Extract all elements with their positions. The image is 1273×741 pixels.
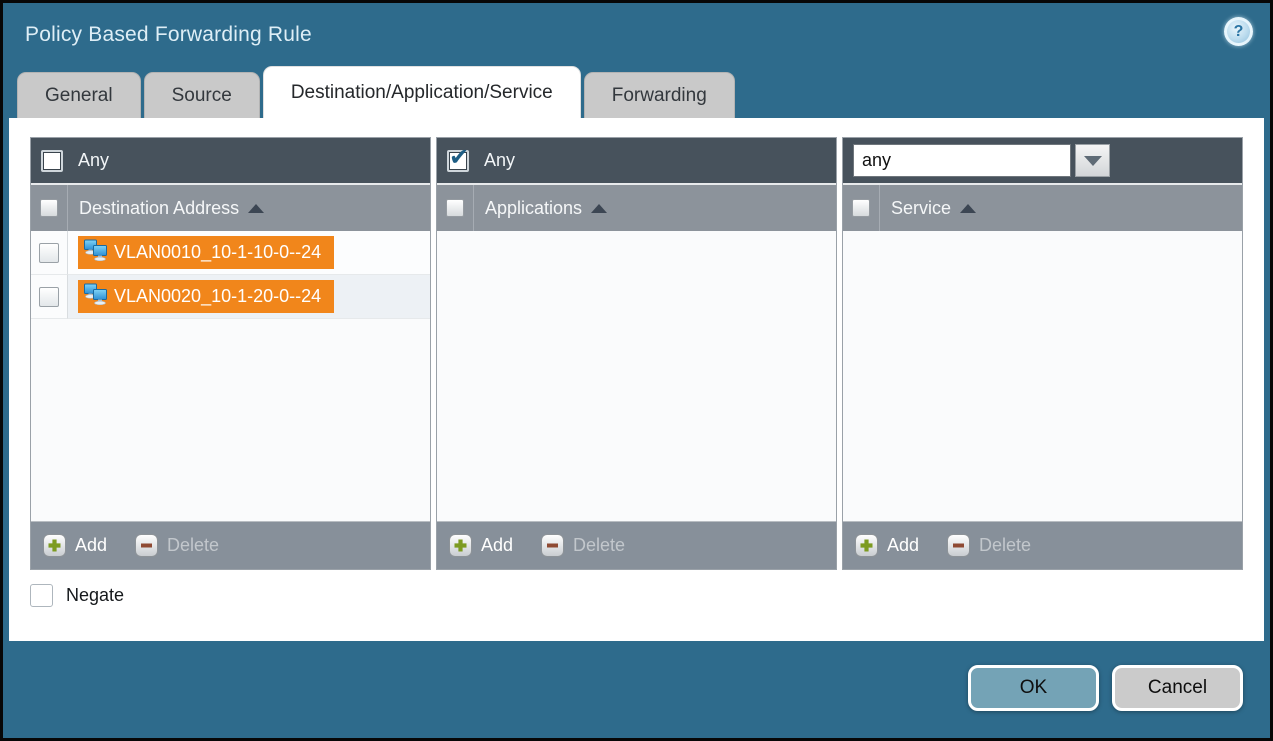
negate-label: Negate [66,585,124,606]
sort-asc-icon [960,204,976,213]
applications-header-label: Applications [474,198,582,219]
service-select-all-checkbox[interactable] [852,199,870,217]
ok-button[interactable]: OK [968,665,1099,711]
tab-content: Any Destination Address [9,118,1264,641]
applications-header[interactable]: Applications [437,183,836,231]
delete-button[interactable]: Delete [135,534,219,557]
delete-button[interactable]: Delete [947,534,1031,557]
applications-panel: ✔ Any Applications Add [436,137,837,570]
tab-bar: General Source Destination/Application/S… [3,66,1270,118]
help-icon[interactable]: ? [1224,17,1253,46]
delete-minus-icon [947,534,970,557]
destination-any-bar: Any [31,138,430,183]
applications-list [437,231,836,521]
destination-address-header[interactable]: Destination Address [31,183,430,231]
destination-address-value: VLAN0020_10-1-20-0--24 [114,286,321,307]
applications-toolbar: Add Delete [437,521,836,569]
row-checkbox[interactable] [39,243,59,263]
dropdown-arrow-button[interactable] [1075,144,1110,177]
policy-based-forwarding-dialog: Policy Based Forwarding Rule ? General S… [0,0,1273,741]
tab-forwarding[interactable]: Forwarding [584,72,735,118]
network-address-icon [83,283,108,310]
cancel-button[interactable]: Cancel [1112,665,1243,711]
row-checkbox[interactable] [39,287,59,307]
destination-header-label: Destination Address [68,198,239,219]
service-header[interactable]: Service [843,183,1242,231]
service-toolbar: Add Delete [843,521,1242,569]
list-item[interactable]: VLAN0010_10-1-10-0--24 [78,236,334,269]
destination-address-value: VLAN0010_10-1-10-0--24 [114,242,321,263]
tab-destination-application-service[interactable]: Destination/Application/Service [263,66,581,118]
negate-row: Negate [30,584,1243,607]
dialog-footer: OK Cancel [3,641,1270,735]
service-dropdown-value[interactable]: any [853,144,1071,177]
applications-any-label: Any [484,150,515,171]
destination-any-label: Any [78,150,109,171]
negate-checkbox[interactable] [30,584,53,607]
table-row: VLAN0010_10-1-10-0--24 [31,231,430,275]
columns-container: Any Destination Address [30,137,1243,570]
chevron-down-icon [1084,156,1102,166]
sort-asc-icon [591,204,607,213]
destination-address-list: VLAN0010_10-1-10-0--24 [31,231,430,521]
delete-minus-icon [541,534,564,557]
sort-asc-icon [248,204,264,213]
destination-toolbar: Add Delete [31,521,430,569]
tab-source[interactable]: Source [144,72,260,118]
add-plus-icon [43,534,66,557]
tab-general[interactable]: General [17,72,141,118]
add-button[interactable]: Add [43,534,107,557]
service-select-bar: any [843,138,1242,183]
destination-address-panel: Any Destination Address [30,137,431,570]
service-list [843,231,1242,521]
add-button[interactable]: Add [449,534,513,557]
table-row: VLAN0020_10-1-20-0--24 [31,275,430,319]
applications-select-all-checkbox[interactable] [446,199,464,217]
service-dropdown: any [853,144,1110,177]
destination-select-all-checkbox[interactable] [40,199,58,217]
add-plus-icon [449,534,472,557]
network-address-icon [83,239,108,266]
service-panel: any Service Add [842,137,1243,570]
add-button[interactable]: Add [855,534,919,557]
add-plus-icon [855,534,878,557]
applications-any-checkbox[interactable]: ✔ [447,150,469,172]
delete-minus-icon [135,534,158,557]
delete-button[interactable]: Delete [541,534,625,557]
service-header-label: Service [880,198,951,219]
title-bar: Policy Based Forwarding Rule ? [3,3,1270,66]
applications-any-bar: ✔ Any [437,138,836,183]
list-item[interactable]: VLAN0020_10-1-20-0--24 [78,280,334,313]
dialog-title: Policy Based Forwarding Rule [25,23,312,47]
destination-any-checkbox[interactable] [41,150,63,172]
